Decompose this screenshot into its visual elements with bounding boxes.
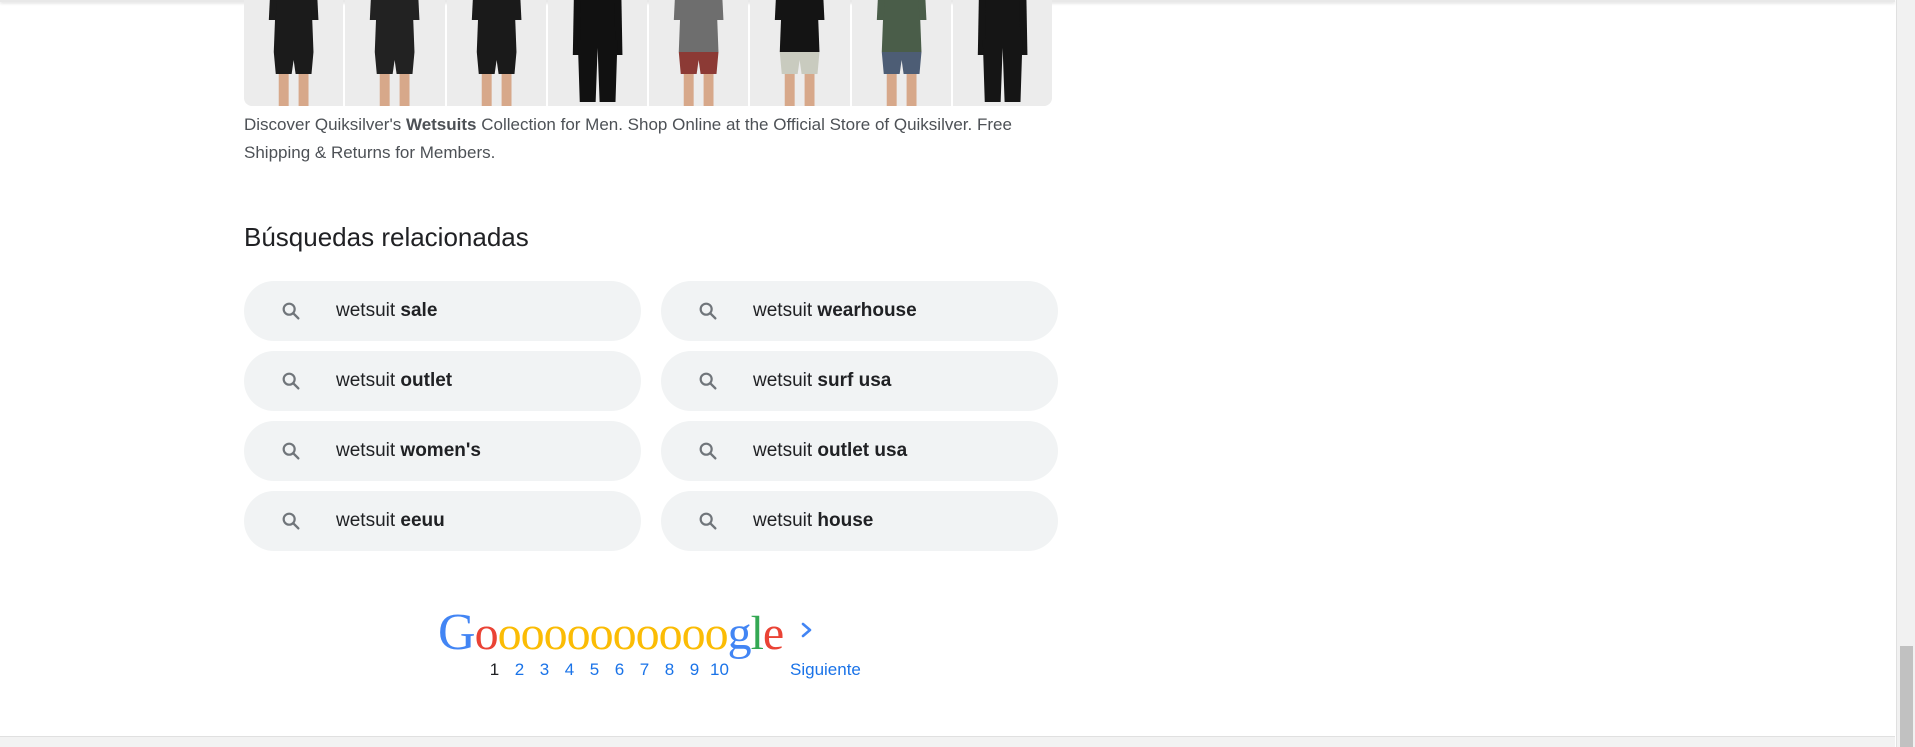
next-page-link[interactable]: Siguiente — [790, 660, 861, 680]
page-number-link[interactable]: 10 — [707, 660, 732, 680]
related-search-chip[interactable]: wetsuit surf usa — [661, 351, 1058, 411]
page-number-link[interactable]: 2 — [507, 660, 532, 680]
related-search-label: wetsuit eeuu — [336, 510, 445, 531]
pagination-logo: Gooooooooooogle — [438, 604, 784, 661]
search-icon — [699, 512, 717, 530]
related-search-label: wetsuit house — [753, 510, 874, 531]
search-icon — [282, 512, 300, 530]
product-thumbnail[interactable] — [851, 0, 951, 106]
logo-letter: o — [704, 607, 729, 660]
search-icon — [699, 302, 717, 320]
logo-letter: o — [543, 607, 568, 660]
page-number-link[interactable]: 5 — [582, 660, 607, 680]
related-search-chip[interactable]: wetsuit women's — [244, 421, 641, 481]
search-icon — [699, 442, 717, 460]
product-thumbnail[interactable] — [750, 0, 850, 106]
product-thumbnail[interactable] — [244, 0, 344, 106]
vertical-scrollbar[interactable] — [1896, 0, 1915, 747]
related-searches-grid: wetsuit sale wetsuit wearhouse wetsuit out… — [244, 281, 1058, 551]
pagination-numbers: 1 2 3 4 5 6 7 8 9 10 — [482, 660, 732, 680]
related-search-chip[interactable]: wetsuit house — [661, 491, 1058, 551]
page-number-link[interactable]: 7 — [632, 660, 657, 680]
result-snippet: Discover Quiksilver's Wetsuits Collectio… — [244, 111, 1064, 167]
related-search-chip[interactable]: wetsuit eeuu — [244, 491, 641, 551]
search-icon — [282, 372, 300, 390]
logo-letter: G — [438, 604, 476, 661]
search-icon — [282, 442, 300, 460]
page-number-link[interactable]: 6 — [607, 660, 632, 680]
logo-letter: l — [750, 607, 764, 660]
related-search-label: wetsuit surf usa — [753, 370, 892, 391]
related-search-chip[interactable]: wetsuit outlet usa — [661, 421, 1058, 481]
related-search-label: wetsuit outlet — [336, 370, 453, 391]
product-thumbnail[interactable] — [345, 0, 445, 106]
related-search-label: wetsuit sale — [336, 300, 438, 321]
related-search-chip[interactable]: wetsuit wearhouse — [661, 281, 1058, 341]
logo-letter: e — [762, 607, 784, 660]
search-icon — [699, 372, 717, 390]
logo-letter: o — [681, 607, 706, 660]
logo-letter: o — [658, 607, 683, 660]
page-number-link[interactable]: 8 — [657, 660, 682, 680]
product-image-strip — [244, 0, 1052, 106]
search-icon — [282, 302, 300, 320]
scrollbar-thumb[interactable] — [1900, 646, 1913, 747]
logo-letter: o — [635, 607, 660, 660]
logo-letter: g — [727, 607, 752, 660]
logo-letter: o — [497, 607, 522, 660]
snippet-bold: Wetsuits — [405, 115, 477, 134]
logo-letter: o — [612, 607, 637, 660]
related-search-label: wetsuit wearhouse — [753, 300, 917, 321]
related-searches-title: Búsquedas relacionadas — [244, 222, 529, 252]
chevron-right-icon[interactable] — [796, 616, 818, 644]
page-number-link[interactable]: 4 — [557, 660, 582, 680]
logo-letter: o — [566, 607, 591, 660]
product-thumbnail[interactable] — [649, 0, 749, 106]
footer-strip — [0, 736, 1895, 747]
logo-letter: o — [474, 607, 499, 660]
related-search-label: wetsuit outlet usa — [753, 440, 908, 461]
snippet-prefix: Discover Quiksilver's — [244, 115, 406, 134]
page-number-link[interactable]: 3 — [532, 660, 557, 680]
page-number-link: 1 — [489, 660, 500, 679]
related-search-label: wetsuit women's — [336, 440, 481, 461]
logo-letter: o — [520, 607, 545, 660]
search-results-page: Discover Quiksilver's Wetsuits Collectio… — [0, 0, 1915, 747]
page-number-link[interactable]: 9 — [682, 660, 707, 680]
logo-letter: o — [589, 607, 614, 660]
product-thumbnail[interactable] — [446, 0, 546, 106]
related-search-chip[interactable]: wetsuit outlet — [244, 351, 641, 411]
product-thumbnail[interactable] — [952, 0, 1052, 106]
related-search-chip[interactable]: wetsuit sale — [244, 281, 641, 341]
product-thumbnail[interactable] — [547, 0, 647, 106]
